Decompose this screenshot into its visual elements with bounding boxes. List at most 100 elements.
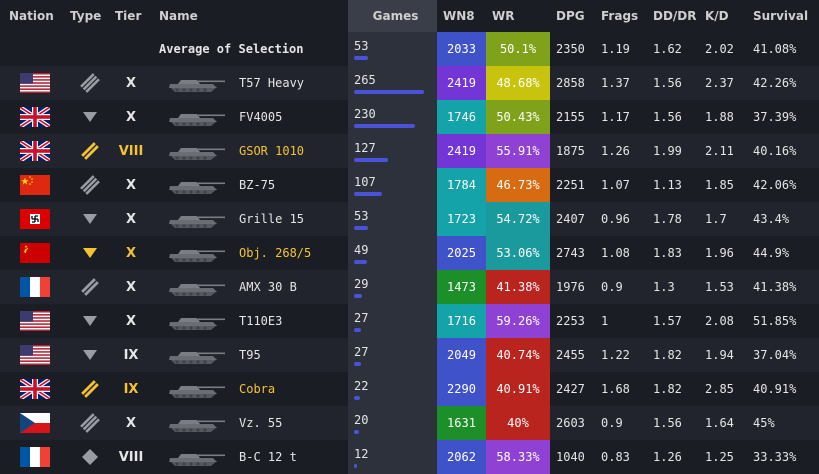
dpg-value: 2251	[556, 178, 585, 192]
table-row[interactable]: X Obj. 268/5 49 2025 53.06% 2743 1.08 1.83 1.96 4…	[0, 236, 819, 270]
table-row[interactable]: IX T95 27 2049 40.74% 2455 1.22 1.82 1.94 37.04%	[0, 338, 819, 372]
average-games-cell: 53	[348, 32, 437, 66]
games-bar	[354, 123, 415, 128]
td-icon	[70, 100, 110, 134]
nation-flag-usa	[0, 66, 70, 100]
games-count: 20	[354, 412, 369, 427]
frags-value: 1.22	[601, 348, 630, 362]
dpg-value: 2455	[556, 348, 585, 362]
table-row[interactable]: X T57 Heavy 265 2419 48.68% 2858 1.37 1.56 2.37 4…	[0, 66, 819, 100]
nation-flag-usa	[0, 304, 70, 338]
games-bar	[354, 463, 357, 468]
header-wr[interactable]: WR	[486, 0, 550, 32]
average-survival: 41.08%	[753, 42, 797, 56]
header-dpg[interactable]: DPG	[550, 0, 595, 32]
winrate-value: 41.38%	[486, 270, 550, 304]
tank-name[interactable]: T110E3	[239, 304, 348, 338]
tank-name[interactable]: GSOR 1010	[239, 134, 348, 168]
games-bar	[354, 361, 361, 366]
survival-value: 43.4%	[753, 212, 790, 226]
tank-name[interactable]: Vz. 55	[239, 406, 348, 440]
tank-image	[158, 440, 233, 474]
tank-name[interactable]: Cobra	[239, 372, 348, 406]
survival-value: 42.06%	[753, 178, 797, 192]
games-count: 49	[354, 242, 369, 257]
light-tank-icon	[70, 440, 110, 474]
tank-name[interactable]: B-C 12 t	[239, 440, 348, 474]
tank-name[interactable]: Grille 15	[239, 202, 348, 236]
average-wn8: 2033	[437, 32, 486, 66]
nation-flag-uk	[0, 372, 70, 406]
nation-flag-ussr	[0, 236, 70, 270]
tank-name[interactable]: BZ-75	[239, 168, 348, 202]
games-cell: 27	[348, 304, 437, 338]
dmg-ratio-value: 1.56	[653, 76, 682, 90]
tank-image	[158, 100, 233, 134]
kd-value: 1.85	[705, 178, 734, 192]
table-row[interactable]: X T110E3 27 1716 59.26% 2253 1 1.57 2.08 51.85%	[0, 304, 819, 338]
survival-value: 41.38%	[753, 280, 797, 294]
frags-value: 0.83	[601, 450, 630, 464]
tank-name[interactable]: T95	[239, 338, 348, 372]
header-wn8[interactable]: WN8	[437, 0, 486, 32]
frags-value: 1.07	[601, 178, 630, 192]
tank-name[interactable]: FV4005	[239, 100, 348, 134]
frags-value: 1.37	[601, 76, 630, 90]
games-count: 127	[354, 140, 376, 155]
tier-label: VIII	[118, 449, 144, 465]
average-games: 53	[354, 38, 369, 53]
table-row[interactable]: X Grille 15 53 1723 54.72% 2407 0.96 1.78 1.7 43.…	[0, 202, 819, 236]
games-count: 107	[354, 174, 376, 189]
wn8-value: 2419	[437, 66, 486, 100]
survival-value: 37.04%	[753, 348, 797, 362]
games-bar	[354, 395, 360, 400]
table-row[interactable]: X AMX 30 B 29 1473 41.38% 1976 0.9 1.3 1.53 41.38…	[0, 270, 819, 304]
dpg-value: 2253	[556, 314, 585, 328]
header-nation[interactable]: Nation	[0, 0, 70, 32]
table-row[interactable]: X Vz. 55 20 1631 40% 2603 0.9 1.56 1.64 45%	[0, 406, 819, 440]
games-bar	[354, 259, 367, 264]
td-icon	[70, 304, 110, 338]
winrate-value: 55.91%	[486, 134, 550, 168]
games-bar	[354, 191, 382, 196]
survival-value: 37.39%	[753, 110, 797, 124]
table-row[interactable]: IX Cobra 22 2290 40.91% 2427 1.68 1.82 2.85 40.91…	[0, 372, 819, 406]
wn8-value: 2290	[437, 372, 486, 406]
winrate-value: 58.33%	[486, 440, 550, 474]
table-row[interactable]: X FV4005 230 1746 50.43% 2155 1.17 1.56 1.88 37.3…	[0, 100, 819, 134]
tier-label: VIII	[118, 143, 144, 159]
games-count: 230	[354, 106, 376, 121]
header-kd[interactable]: K/D	[700, 0, 748, 32]
header-dmg-ratio[interactable]: DD/DR	[647, 0, 700, 32]
nation-flag-germany	[0, 202, 70, 236]
games-bar	[354, 293, 362, 298]
winrate-value: 59.26%	[486, 304, 550, 338]
average-wr: 50.1%	[486, 32, 550, 66]
average-games-bar	[354, 55, 368, 60]
td-icon	[70, 202, 110, 236]
table-row[interactable]: X BZ-75 107 1784 46.73% 2251 1.07 1.13 1.85 42.06…	[0, 168, 819, 202]
kd-value: 1.53	[705, 280, 734, 294]
header-type[interactable]: Type	[70, 0, 110, 32]
tank-name[interactable]: T57 Heavy	[239, 66, 348, 100]
table-row[interactable]: VIII B-C 12 t 12 2062 58.33% 1040 0.83 1.26 1.25…	[0, 440, 819, 474]
header-tier[interactable]: Tier	[110, 0, 152, 32]
tank-image	[158, 168, 233, 202]
tank-image	[158, 202, 233, 236]
medium-tank-icon	[70, 134, 110, 168]
wn8-value: 1746	[437, 100, 486, 134]
kd-value: 2.11	[705, 144, 734, 158]
heavy-tank-icon	[70, 406, 110, 440]
header-games[interactable]: Games	[348, 0, 437, 32]
table-row[interactable]: VIII GSOR 1010 127 2419 55.91% 1875 1.26 1.99 2.…	[0, 134, 819, 168]
tank-name[interactable]: Obj. 268/5	[239, 236, 348, 270]
header-survival[interactable]: Survival	[748, 0, 819, 32]
nation-flag-czech	[0, 406, 70, 440]
dpg-value: 1976	[556, 280, 585, 294]
header-name[interactable]: Name	[159, 0, 348, 32]
tier-label: X	[125, 245, 137, 261]
nation-flag-china	[0, 168, 70, 202]
header-frags[interactable]: Frags	[595, 0, 647, 32]
tank-name[interactable]: AMX 30 B	[239, 270, 348, 304]
tier-label: X	[125, 109, 137, 125]
